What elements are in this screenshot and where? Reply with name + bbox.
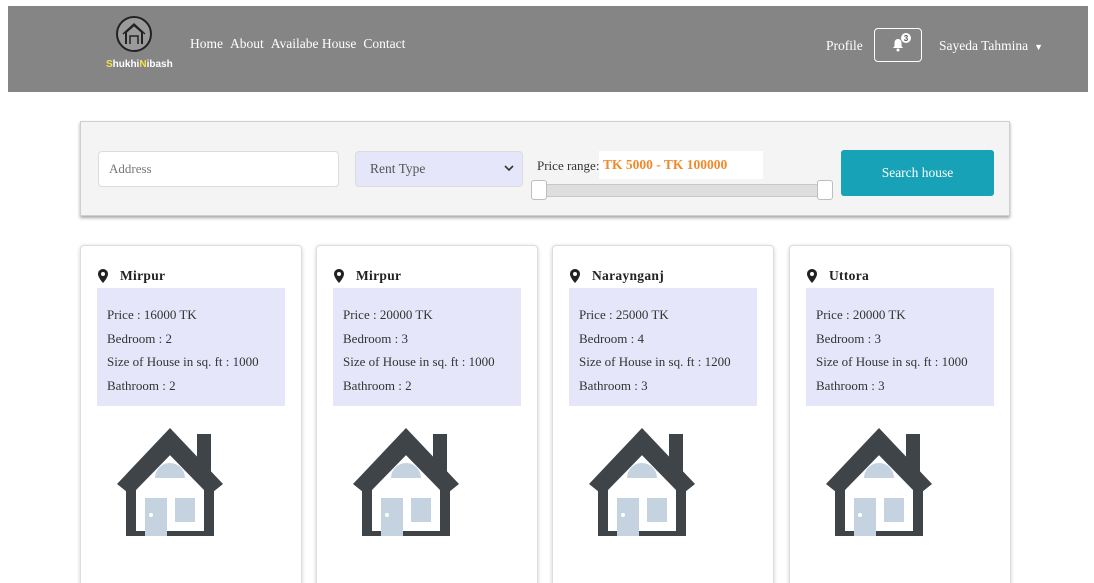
- card-price: Price : 16000 TK: [107, 307, 197, 322]
- notifications-button[interactable]: 3: [874, 28, 922, 62]
- card-location: Naraynganj: [570, 268, 664, 284]
- price-range-label: Price range:: [537, 158, 600, 173]
- card-bathroom: Bathroom : 2: [343, 377, 412, 393]
- price-range-value: TK 5000 - TK 100000: [599, 151, 763, 179]
- card-bathroom: Bathroom : 3: [816, 377, 885, 393]
- nav-about[interactable]: About: [230, 36, 264, 52]
- map-marker-icon: [807, 269, 817, 283]
- house-icon: [117, 428, 223, 536]
- card-location: Uttora: [807, 268, 869, 284]
- house-icon: [589, 428, 695, 536]
- caret-down-icon: ▼: [1034, 42, 1044, 52]
- map-marker-icon: [98, 269, 108, 283]
- chevron-down-icon: [504, 165, 514, 172]
- house-icon: [353, 428, 459, 536]
- card-bedroom: Bedroom : 3: [343, 330, 408, 346]
- card-size: Size of House in sq. ft : 1000: [343, 354, 495, 369]
- card-details: Price : 25000 TK Bedroom : 4 Size of Hou…: [569, 288, 757, 406]
- house-card[interactable]: Naraynganj Price : 25000 TK Bedroom : 4 …: [552, 245, 774, 583]
- house-card[interactable]: Mirpur Price : 20000 TK Bedroom : 3 Size…: [316, 245, 538, 583]
- nav-contact[interactable]: Contact: [363, 36, 405, 52]
- notification-count-badge: 3: [901, 33, 911, 43]
- card-details: Price : 20000 TK Bedroom : 3 Size of Hou…: [333, 288, 521, 406]
- user-menu[interactable]: Sayeda Tahmina ▼: [939, 38, 1043, 54]
- card-size: Size of House in sq. ft : 1200: [579, 354, 731, 369]
- house-card[interactable]: Mirpur Price : 16000 TK Bedroom : 2 Size…: [80, 245, 302, 583]
- card-bathroom: Bathroom : 3: [579, 377, 648, 393]
- house-icon: [826, 428, 932, 536]
- search-panel: Rent Type Price range: TK 5000 - TK 1000…: [80, 121, 1010, 216]
- navbar: ShukhiNibash Home About Availabe House C…: [8, 6, 1088, 92]
- price-range-slider[interactable]: [532, 184, 833, 197]
- brand-logo[interactable]: ShukhiNibash: [106, 16, 186, 82]
- card-details: Price : 20000 TK Bedroom : 3 Size of Hou…: [806, 288, 994, 406]
- card-bedroom: Bedroom : 2: [107, 330, 172, 346]
- user-name: Sayeda Tahmina: [939, 38, 1029, 53]
- map-marker-icon: [570, 269, 580, 283]
- card-price: Price : 25000 TK: [579, 307, 669, 322]
- map-marker-icon: [334, 269, 344, 283]
- card-size: Size of House in sq. ft : 1000: [107, 354, 259, 369]
- address-input[interactable]: [98, 151, 339, 187]
- card-bedroom: Bedroom : 4: [579, 330, 644, 346]
- house-card[interactable]: Uttora Price : 20000 TK Bedroom : 3 Size…: [789, 245, 1011, 583]
- brand-name: ShukhiNibash: [106, 59, 173, 70]
- card-details: Price : 16000 TK Bedroom : 2 Size of Hou…: [97, 288, 285, 406]
- card-bedroom: Bedroom : 3: [816, 330, 881, 346]
- card-price: Price : 20000 TK: [816, 307, 906, 322]
- nav-available-house[interactable]: Availabe House: [271, 36, 357, 52]
- nav-links: Home About Availabe House Contact: [190, 36, 405, 52]
- rent-type-select[interactable]: Rent Type: [355, 151, 523, 187]
- card-price: Price : 20000 TK: [343, 307, 433, 322]
- slider-min-handle[interactable]: [531, 180, 547, 200]
- nav-profile[interactable]: Profile: [826, 38, 863, 54]
- card-size: Size of House in sq. ft : 1000: [816, 354, 968, 369]
- nav-home[interactable]: Home: [190, 36, 223, 52]
- card-location: Mirpur: [334, 268, 401, 284]
- rent-type-value: Rent Type: [370, 161, 426, 176]
- house-logo-icon: [116, 16, 152, 52]
- card-location: Mirpur: [98, 268, 165, 284]
- card-bathroom: Bathroom : 2: [107, 377, 176, 393]
- search-house-button[interactable]: Search house: [841, 150, 994, 196]
- slider-max-handle[interactable]: [817, 180, 833, 200]
